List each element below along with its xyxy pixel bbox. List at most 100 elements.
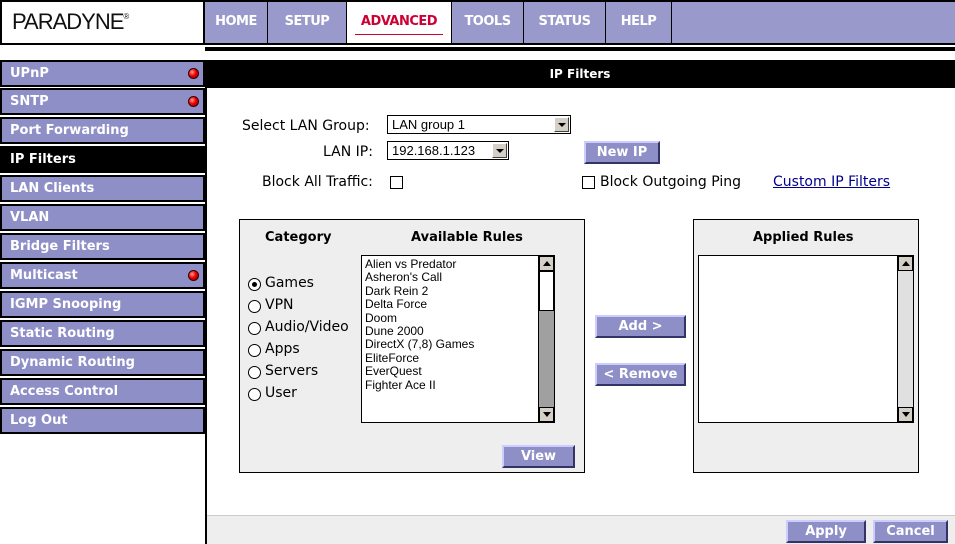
- logo-cell: PARADYNE®: [0, 0, 205, 45]
- cancel-button[interactable]: Cancel: [873, 520, 948, 543]
- red-dot-icon: [188, 96, 199, 107]
- list-item[interactable]: EverQuest: [362, 364, 538, 378]
- sidebar-item-log-out[interactable]: Log Out: [0, 407, 205, 434]
- paradyne-logo: PARADYNE®: [12, 9, 129, 34]
- tab-setup[interactable]: SETUP: [268, 2, 347, 43]
- list-item[interactable]: DirectX (7,8) Games: [362, 338, 538, 352]
- block-outgoing-ping-checkbox[interactable]: [582, 176, 595, 189]
- scroll-down-icon[interactable]: [539, 407, 554, 422]
- block-outgoing-ping-label: Block Outgoing Ping: [600, 174, 742, 190]
- list-item[interactable]: Doom: [362, 311, 538, 325]
- sidebar-item-label: Port Forwarding: [10, 123, 129, 138]
- sidebar-item-multicast[interactable]: Multicast: [0, 262, 205, 289]
- radio-icon[interactable]: [248, 366, 261, 379]
- sidebar-item-label: Access Control: [10, 384, 119, 399]
- custom-ip-filters-link[interactable]: Custom IP Filters: [773, 174, 890, 190]
- apply-button[interactable]: Apply: [786, 520, 866, 543]
- sidebar-item-vlan[interactable]: VLAN: [0, 204, 205, 231]
- view-button[interactable]: View: [502, 445, 575, 468]
- sidebar-item-igmp-snooping[interactable]: IGMP Snooping: [0, 291, 205, 318]
- sidebar-item-bridge-filters[interactable]: Bridge Filters: [0, 233, 205, 260]
- available-rules-panel: Category Available Rules Games VPN Audio…: [239, 219, 585, 473]
- red-dot-icon: [188, 68, 199, 79]
- list-item[interactable]: Delta Force: [362, 297, 538, 311]
- scroll-up-icon[interactable]: [898, 256, 913, 271]
- scroll-track[interactable]: [539, 311, 554, 407]
- sidebar-item-label: Bridge Filters: [10, 239, 110, 254]
- radio-label: VPN: [265, 297, 294, 313]
- tab-status[interactable]: STATUS: [524, 2, 606, 43]
- page-title: IP Filters: [205, 60, 955, 88]
- sidebar-item-ip-filters[interactable]: IP Filters: [0, 146, 205, 173]
- block-all-traffic-checkbox[interactable]: [390, 176, 403, 189]
- sidebar-item-label: VLAN: [10, 210, 50, 225]
- tab-help-label: HELP: [620, 14, 657, 29]
- sidebar-item-port-forwarding[interactable]: Port Forwarding: [0, 117, 205, 144]
- sidebar-item-upnp[interactable]: UPnP: [0, 60, 205, 87]
- radio-label: Apps: [265, 341, 300, 357]
- chevron-down-icon[interactable]: [554, 117, 569, 132]
- tab-home[interactable]: HOME: [205, 2, 268, 43]
- tab-advanced[interactable]: ADVANCED: [347, 2, 452, 43]
- sidebar-item-label: Log Out: [10, 413, 68, 428]
- scroll-thumb[interactable]: [539, 271, 554, 311]
- radio-icon[interactable]: [248, 322, 261, 335]
- lan-group-select-value: LAN group 1: [392, 117, 465, 132]
- radio-icon[interactable]: [248, 344, 261, 357]
- list-item[interactable]: Dune 2000: [362, 324, 538, 338]
- tab-home-label: HOME: [215, 14, 257, 29]
- tab-setup-label: SETUP: [284, 14, 330, 29]
- lan-ip-select[interactable]: 192.168.1.123: [387, 141, 509, 160]
- tab-help[interactable]: HELP: [606, 2, 672, 43]
- tab-advanced-label: ADVANCED: [360, 14, 438, 29]
- sidebar-item-lan-clients[interactable]: LAN Clients: [0, 175, 205, 202]
- sidebar-item-label: UPnP: [10, 66, 49, 81]
- scroll-track[interactable]: [898, 271, 913, 407]
- add-rule-button[interactable]: Add >: [595, 315, 686, 338]
- list-item[interactable]: Asheron's Call: [362, 270, 538, 284]
- applied-rules-list[interactable]: [698, 255, 914, 423]
- scroll-down-icon[interactable]: [898, 407, 913, 422]
- radio-selected-icon[interactable]: [248, 278, 261, 291]
- lan-ip-select-value: 192.168.1.123: [392, 143, 476, 158]
- tab-status-label: STATUS: [538, 14, 591, 29]
- sidebar-item-label: IP Filters: [10, 152, 76, 167]
- remove-rule-button[interactable]: < Remove: [595, 363, 686, 386]
- sidebar-item-label: Dynamic Routing: [10, 355, 135, 370]
- sidebar-item-dynamic-routing[interactable]: Dynamic Routing: [0, 349, 205, 376]
- applied-rules-scrollbar[interactable]: [897, 256, 913, 422]
- radio-icon[interactable]: [248, 300, 261, 313]
- sidebar-item-label: Static Routing: [10, 326, 115, 341]
- lan-ip-label: LAN IP:: [323, 144, 373, 160]
- tab-tools[interactable]: TOOLS: [452, 2, 524, 43]
- new-ip-button[interactable]: New IP: [584, 141, 660, 164]
- block-all-traffic-label: Block All Traffic:: [262, 174, 373, 190]
- available-rules-header: Available Rules: [411, 230, 523, 245]
- available-rules-list[interactable]: Alien vs Predator Asheron's Call Dark Re…: [361, 255, 555, 423]
- lan-group-select[interactable]: LAN group 1: [387, 115, 571, 134]
- nav-divider: [205, 45, 955, 51]
- sidebar-item-static-routing[interactable]: Static Routing: [0, 320, 205, 347]
- top-navigation: HOME SETUP ADVANCED TOOLS STATUS HELP: [205, 0, 955, 45]
- radio-label: Audio/Video: [265, 319, 349, 335]
- tab-tools-label: TOOLS: [464, 14, 511, 29]
- list-item[interactable]: Dark Rein 2: [362, 284, 538, 298]
- list-item[interactable]: EliteForce: [362, 351, 538, 365]
- sidebar-item-sntp[interactable]: SNTP: [0, 88, 205, 115]
- sidebar-item-label: LAN Clients: [10, 181, 95, 196]
- active-tab-underline: [355, 34, 443, 35]
- chevron-down-icon[interactable]: [492, 143, 507, 158]
- applied-rules-panel: Applied Rules: [693, 219, 919, 473]
- radio-icon[interactable]: [248, 388, 261, 401]
- sidebar-item-access-control[interactable]: Access Control: [0, 378, 205, 405]
- available-rules-scrollbar[interactable]: [538, 256, 554, 422]
- list-item[interactable]: Fighter Ace II: [362, 378, 538, 392]
- radio-label: Servers: [265, 363, 319, 379]
- scroll-up-icon[interactable]: [539, 256, 554, 271]
- list-item[interactable]: Alien vs Predator: [362, 257, 538, 271]
- radio-label: Games: [265, 275, 314, 291]
- sidebar-item-label: Multicast: [10, 268, 78, 283]
- category-header: Category: [265, 230, 332, 245]
- applied-rules-header: Applied Rules: [753, 230, 854, 245]
- red-dot-icon: [188, 270, 199, 281]
